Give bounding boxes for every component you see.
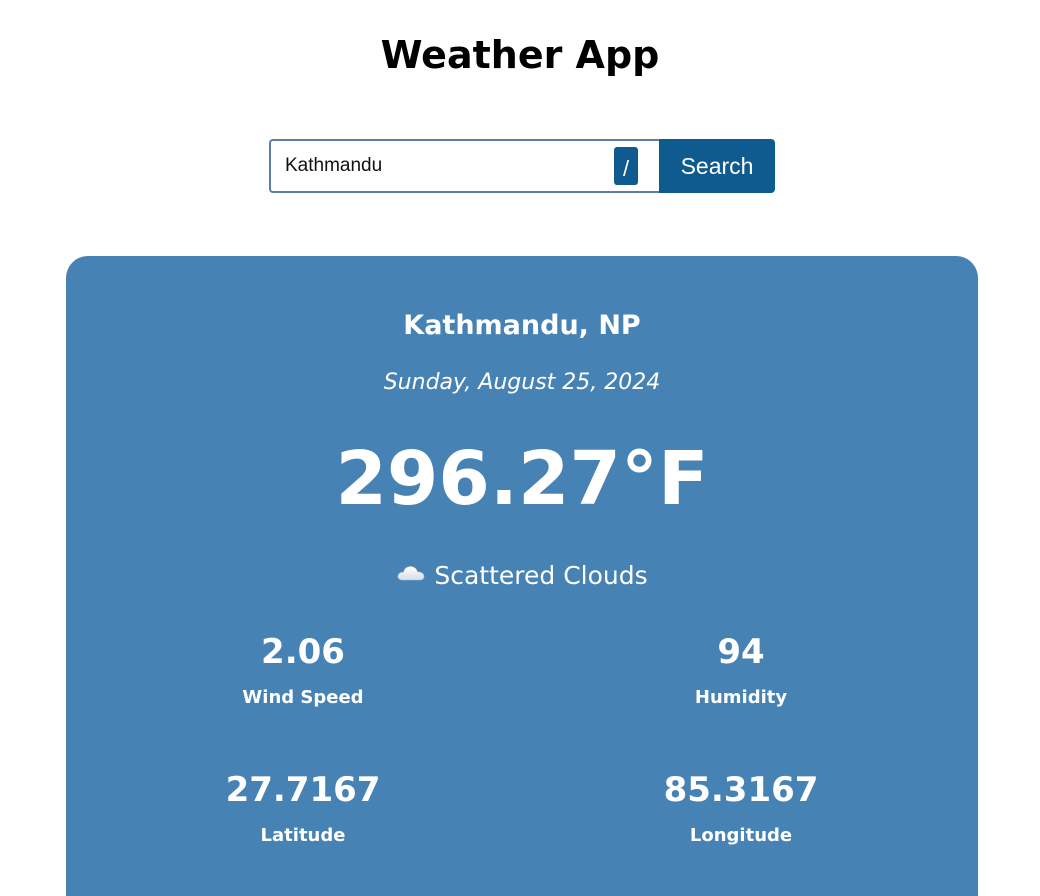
- latitude-label: Latitude: [260, 825, 346, 846]
- wind-speed-stat: 2.06 Wind Speed: [153, 630, 453, 710]
- temperature-reading: 296.27°F: [335, 436, 709, 522]
- search-bar: / Search: [269, 139, 775, 193]
- search-input[interactable]: [285, 141, 605, 191]
- latitude-stat: 27.7167 Latitude: [153, 768, 453, 848]
- humidity-value: 94: [717, 632, 765, 672]
- weather-condition: Scattered Clouds: [66, 556, 978, 596]
- wind-speed-value: 2.06: [261, 632, 345, 672]
- location-name: Kathmandu, NP: [403, 310, 641, 341]
- search-button[interactable]: Search: [659, 139, 775, 193]
- cloud-icon: [396, 554, 426, 594]
- longitude-label: Longitude: [689, 825, 793, 846]
- search-field[interactable]: /: [269, 139, 659, 193]
- page-title: Weather App: [380, 33, 660, 77]
- current-date: Sunday, August 25, 2024: [383, 370, 661, 395]
- latitude-value: 27.7167: [225, 770, 381, 810]
- weather-card: Kathmandu, NP Sunday, August 25, 2024 29…: [66, 256, 978, 896]
- weather-condition-label: Scattered Clouds: [434, 561, 648, 590]
- wind-speed-label: Wind Speed: [242, 687, 364, 708]
- longitude-stat: 85.3167 Longitude: [591, 768, 891, 848]
- humidity-stat: 94 Humidity: [591, 630, 891, 710]
- keyboard-shortcut-badge: /: [614, 147, 638, 185]
- longitude-value: 85.3167: [663, 770, 819, 810]
- humidity-label: Humidity: [694, 687, 788, 708]
